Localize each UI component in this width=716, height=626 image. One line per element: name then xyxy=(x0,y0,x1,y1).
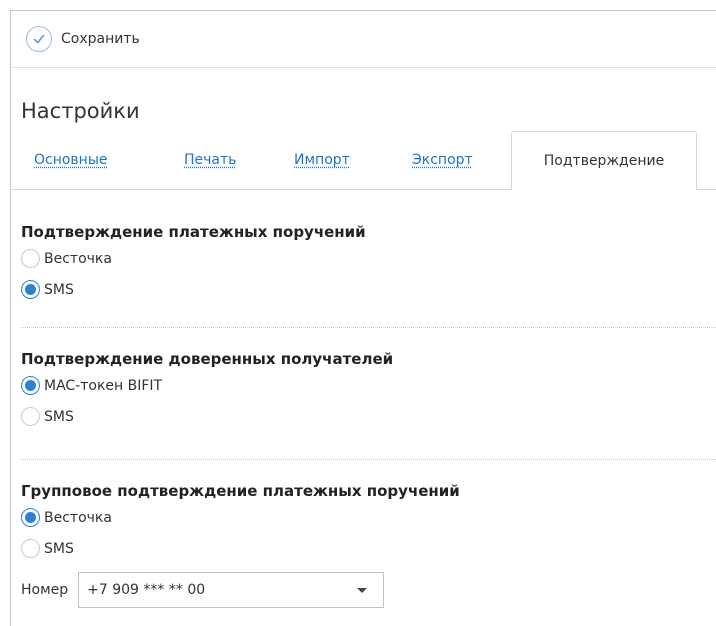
radio-label: SMS xyxy=(44,540,74,557)
settings-panel: Сохранить Настройки Основные Печать Импо… xyxy=(10,10,716,626)
radio-label: SMS xyxy=(44,408,74,425)
section-title: Групповое подтверждение платежных поруче… xyxy=(21,482,460,500)
tab-pechat[interactable]: Печать xyxy=(184,152,236,168)
chevron-down-icon xyxy=(357,588,368,593)
checkmark-icon xyxy=(26,26,52,52)
toolbar: Сохранить xyxy=(11,11,716,68)
radio-option[interactable]: Весточка xyxy=(21,243,716,274)
radio-button[interactable] xyxy=(21,508,40,527)
radio-label: SMS xyxy=(44,281,74,298)
section-title: Подтверждение платежных поручений xyxy=(21,223,366,241)
tab-podtverzhdenie[interactable]: Подтверждение xyxy=(511,131,697,190)
save-button[interactable]: Сохранить xyxy=(26,24,140,54)
tab-export[interactable]: Экспорт xyxy=(412,152,473,168)
radio-button[interactable] xyxy=(21,539,40,558)
radio-button[interactable] xyxy=(21,249,40,268)
divider xyxy=(21,327,716,328)
section-payment-confirmation: Подтверждение платежных поручений Весточ… xyxy=(21,221,716,305)
tab-import[interactable]: Импорт xyxy=(294,152,350,168)
radio-label: Весточка xyxy=(44,250,112,267)
tab-bar: Основные Печать Импорт Экспорт Подтвержд… xyxy=(11,131,716,190)
section-group-confirmation: Групповое подтверждение платежных поруче… xyxy=(21,480,716,564)
radio-option[interactable]: MAC-токен BIFIT xyxy=(21,370,716,401)
phone-number-value: +7 909 *** ** 00 xyxy=(87,582,206,598)
section-title: Подтверждение доверенных получателей xyxy=(21,350,394,368)
tab-osnovnye[interactable]: Основные xyxy=(34,152,108,168)
radio-button[interactable] xyxy=(21,407,40,426)
divider xyxy=(21,459,716,460)
phone-number-select[interactable]: +7 909 *** ** 00 xyxy=(78,572,385,608)
radio-option[interactable]: SMS xyxy=(21,533,716,564)
radio-option[interactable]: SMS xyxy=(21,401,716,432)
radio-option[interactable]: Весточка xyxy=(21,502,716,533)
phone-number-row: Номер +7 909 *** ** 00 xyxy=(21,571,385,609)
radio-button[interactable] xyxy=(21,280,40,299)
radio-label: Весточка xyxy=(44,509,112,526)
radio-option[interactable]: SMS xyxy=(21,274,716,305)
section-trusted-recipients: Подтверждение доверенных получателей MAC… xyxy=(21,348,716,432)
page-title: Настройки xyxy=(21,99,140,123)
radio-label: MAC-токен BIFIT xyxy=(44,377,163,394)
save-label: Сохранить xyxy=(61,31,140,47)
radio-button[interactable] xyxy=(21,376,40,395)
phone-number-label: Номер xyxy=(21,582,69,598)
